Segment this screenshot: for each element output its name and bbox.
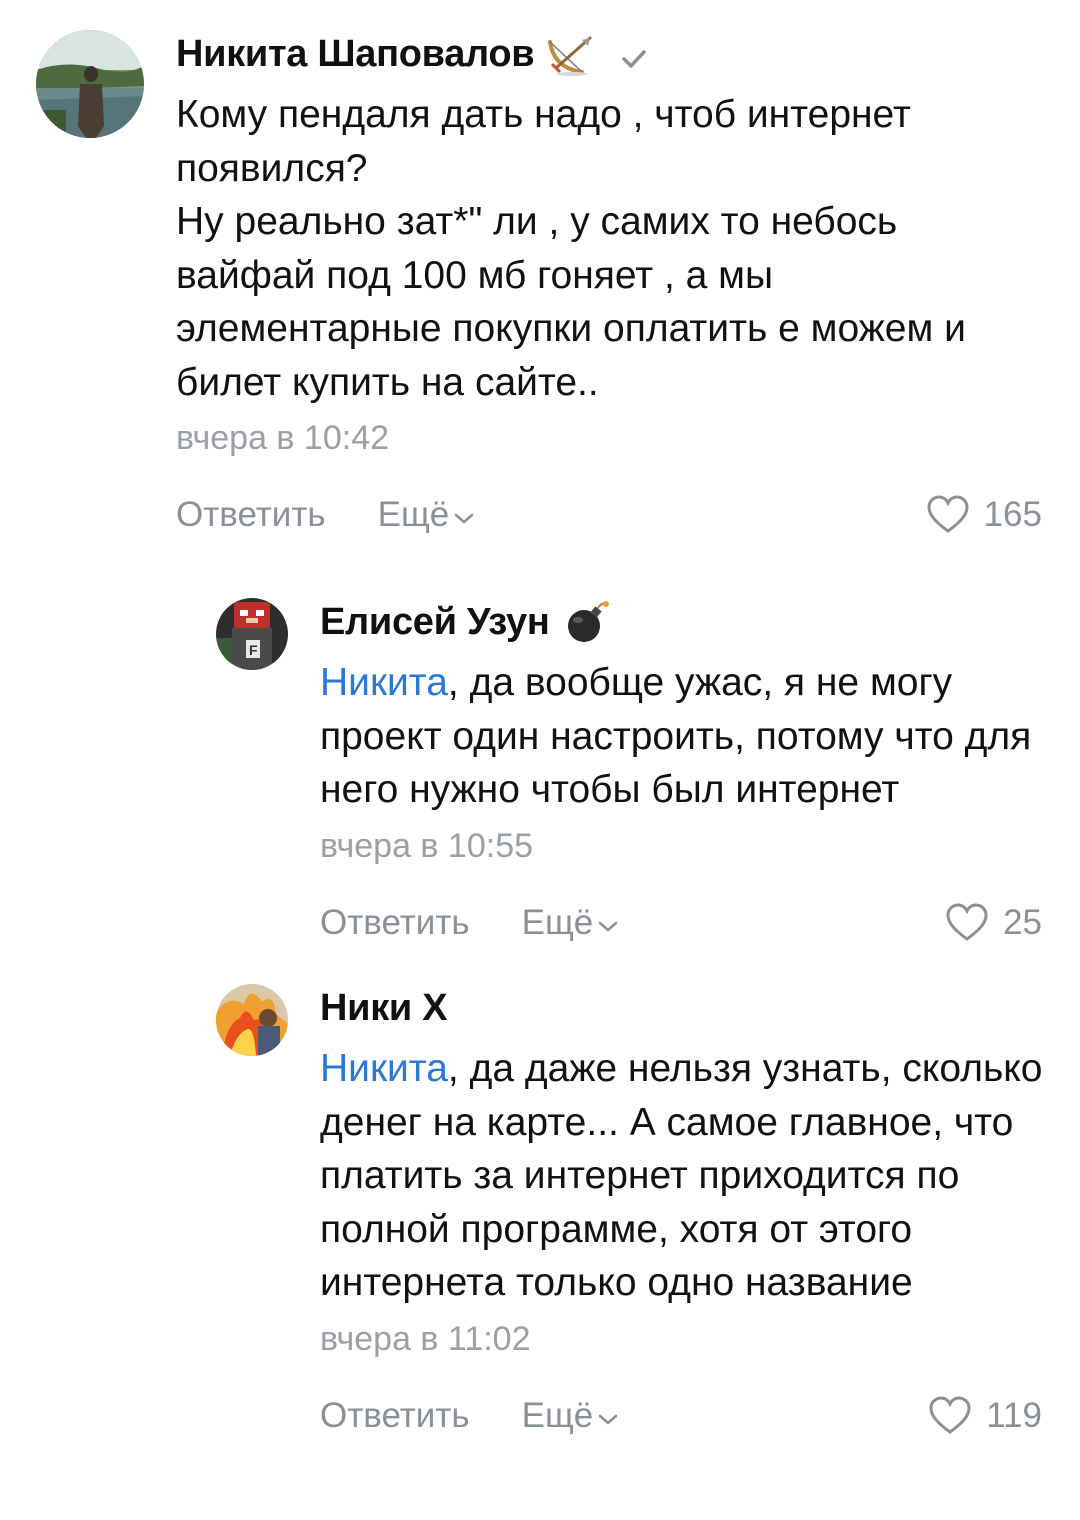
comment-time[interactable]: вчера в 10:55 — [320, 823, 1042, 869]
avatar[interactable]: F — [216, 598, 288, 670]
bomb-emoji-icon — [562, 600, 612, 644]
author-row: Никита Шаповалов — [176, 26, 1042, 82]
more-label: Ещё — [377, 495, 450, 534]
mention-link[interactable]: Никита — [320, 661, 448, 704]
more-button[interactable]: Ещё — [378, 495, 476, 535]
more-button[interactable]: Ещё — [522, 903, 620, 943]
author-name[interactable]: Никита Шаповалов — [176, 33, 535, 76]
comment-actions: Ответить Ещё 25 — [320, 893, 1042, 953]
author-name[interactable]: Ники Х — [320, 987, 448, 1030]
author-row: Ники Х — [320, 980, 1042, 1036]
mention-link[interactable]: Никита — [320, 1047, 448, 1090]
heart-icon — [945, 902, 989, 943]
avatar[interactable] — [36, 30, 144, 138]
like-count: 25 — [1003, 902, 1042, 942]
reply-button[interactable]: Ответить — [320, 903, 470, 943]
comment-actions: Ответить Ещё 165 — [176, 485, 1042, 545]
reply-button[interactable]: Ответить — [176, 495, 326, 535]
like-button[interactable]: 25 — [945, 893, 1042, 953]
heart-icon — [928, 1395, 972, 1436]
comment-text: Никита, да даже нельзя узнать, сколько д… — [320, 1042, 1050, 1310]
more-label: Ещё — [521, 1395, 594, 1435]
comment-time[interactable]: вчера в 10:42 — [176, 415, 1042, 461]
like-button[interactable]: 119 — [928, 1386, 1042, 1446]
comment-text: Кому пендаля дать надо , чтоб интернет п… — [176, 93, 966, 404]
comment-actions: Ответить Ещё 119 — [320, 1386, 1042, 1446]
like-count: 165 — [983, 495, 1042, 534]
comment-body: Никита Шаповалов Кому пендаля дать надо … — [176, 26, 1042, 545]
author-name[interactable]: Елисей Узун — [320, 601, 550, 644]
verified-check-icon — [618, 43, 650, 75]
comment-body: Ники Х Никита, да даже нельзя узнать, ск… — [320, 980, 1042, 1446]
more-label: Ещё — [521, 902, 594, 942]
comment-text: Никита, да вообще ужас, я не могу проект… — [320, 656, 1050, 817]
author-row: Елисей Узун — [320, 594, 1042, 650]
svg-text:F: F — [249, 642, 258, 658]
chevron-down-icon — [453, 512, 475, 526]
bow-arrow-emoji-icon — [546, 32, 596, 76]
like-button[interactable]: 165 — [926, 485, 1042, 545]
comment-body: Елисей Узун Никита, да вообще ужас, я не… — [320, 594, 1042, 953]
more-button[interactable]: Ещё — [522, 1396, 620, 1436]
avatar[interactable] — [216, 984, 288, 1056]
heart-icon — [926, 495, 970, 535]
chevron-down-icon — [597, 920, 619, 934]
chevron-down-icon — [597, 1413, 619, 1427]
comment-time[interactable]: вчера в 11:02 — [320, 1316, 1042, 1362]
like-count: 119 — [986, 1395, 1042, 1435]
reply-button[interactable]: Ответить — [320, 1396, 470, 1436]
